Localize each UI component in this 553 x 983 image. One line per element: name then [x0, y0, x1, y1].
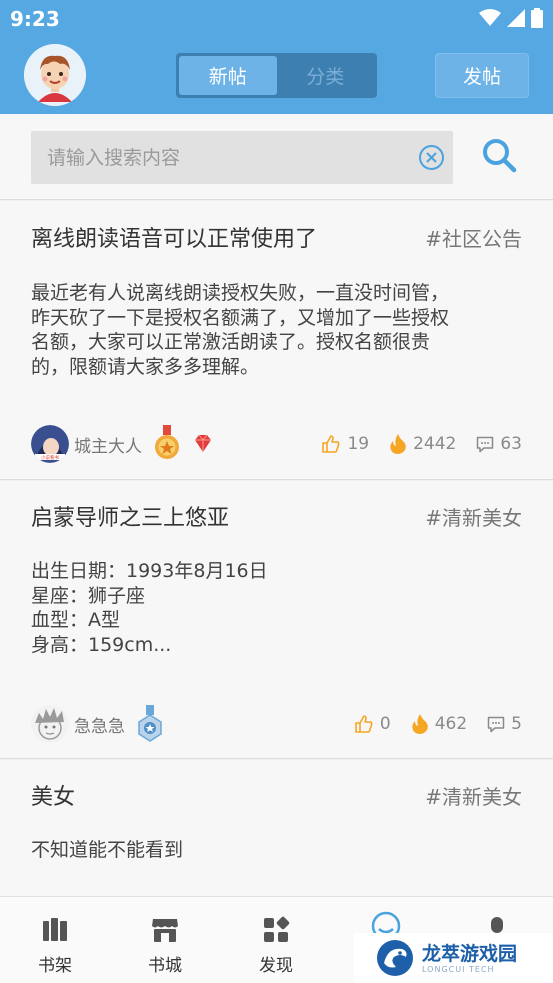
post-category-tag[interactable]: #清新美女	[425, 781, 522, 810]
post-title[interactable]: 启蒙导师之三上悠亚	[31, 500, 229, 532]
watermark-dragon-icon	[377, 940, 413, 976]
anime-avatar-icon: 小说看书	[31, 425, 69, 463]
thumbs-up-icon	[322, 435, 340, 453]
nav-discover[interactable]: 发现	[221, 897, 331, 983]
status-time: 9:23	[10, 7, 60, 31]
post-card[interactable]: 启蒙导师之三上悠亚 #清新美女 出生日期：1993年8月16日 星座：狮子座 血…	[0, 481, 553, 759]
post-title[interactable]: 离线朗读语音可以正常使用了	[31, 221, 317, 253]
search-icon[interactable]	[481, 137, 517, 173]
red-diamond-icon	[195, 434, 211, 452]
nav-label: 发现	[259, 956, 293, 976]
avatar-caption: 小说看书	[41, 454, 59, 461]
sketch-avatar-icon	[31, 705, 69, 743]
like-stat[interactable]: 0	[354, 714, 391, 734]
comment-count: 5	[511, 714, 522, 734]
author-avatar[interactable]: 小说看书	[31, 425, 69, 463]
like-count: 0	[379, 714, 391, 734]
nav-label: 书架	[38, 956, 72, 976]
author-avatar[interactable]	[31, 705, 69, 743]
tab-new-posts[interactable]: 新帖	[179, 56, 277, 95]
search-bar	[0, 114, 553, 200]
post-meta: 急急急 0 462 5	[31, 704, 522, 744]
tab-categories[interactable]: 分类	[277, 56, 375, 95]
search-input[interactable]	[47, 131, 407, 184]
view-count: 462	[434, 714, 468, 734]
author-name[interactable]: 急急急	[74, 712, 125, 737]
like-stat[interactable]: 19	[321, 434, 369, 454]
post-category-tag[interactable]: #社区公告	[425, 223, 522, 252]
cellular-signal-icon	[507, 9, 525, 27]
battery-icon	[531, 8, 543, 28]
status-bar: 9:23	[0, 0, 553, 38]
post-body: 出生日期：1993年8月16日 星座：狮子座 血型：A型 身高：159cm...	[31, 560, 268, 656]
watermark-text: 龙萃游戏园 LONGCUI TECH	[422, 943, 517, 974]
comment-stat[interactable]: 5	[487, 714, 522, 734]
watermark-subtitle: LONGCUI TECH	[422, 964, 495, 974]
post-category-tag[interactable]: #清新美女	[425, 502, 522, 531]
silver-medal-icon	[138, 705, 162, 742]
author-name[interactable]: 城主大人	[74, 432, 142, 457]
post-stats: 19 2442 63	[307, 434, 522, 454]
comment-icon	[477, 436, 494, 452]
bookshelf-icon	[43, 918, 67, 941]
bookstore-icon	[152, 919, 178, 942]
nav-bookstore[interactable]: 书城	[110, 897, 220, 983]
nav-label: 书城	[148, 956, 182, 976]
post-meta: 小说看书 城主大人 19 2442 63	[31, 424, 522, 464]
post-card[interactable]: 美女 #清新美女 不知道能不能看到	[0, 760, 553, 896]
views-stat: 462	[411, 714, 467, 734]
post-card[interactable]: 离线朗读语音可以正常使用了 #社区公告 最近老有人说离线朗读授权失败，一直没时间…	[0, 201, 553, 480]
tab-switcher: 新帖 分类	[176, 53, 377, 98]
new-post-button[interactable]: 发帖	[435, 53, 529, 98]
post-title[interactable]: 美女	[31, 779, 75, 811]
discover-icon	[264, 916, 290, 942]
thumbs-up-icon	[355, 715, 373, 733]
clear-search-icon[interactable]	[418, 144, 445, 171]
flame-icon	[412, 714, 428, 734]
cartoon-avatar-icon	[24, 44, 86, 106]
search-box	[31, 131, 453, 184]
wifi-icon	[479, 9, 501, 26]
watermark-title: 龙萃游戏园	[422, 942, 518, 965]
post-stats: 0 462 5	[340, 714, 522, 734]
view-count: 2442	[413, 434, 457, 454]
watermark-logo: 龙萃游戏园 LONGCUI TECH	[354, 933, 553, 983]
comment-count: 63	[500, 434, 522, 454]
flame-icon	[390, 434, 406, 454]
comment-icon	[487, 716, 505, 732]
app-header: 9:23 新帖 分类 发帖	[0, 0, 553, 114]
gold-medal-icon	[155, 425, 179, 459]
post-body: 最近老有人说离线朗读授权失败，一直没时间管， 昨天砍了一下是授权名额满了，又增加…	[31, 282, 450, 378]
post-body: 不知道能不能看到	[31, 839, 184, 861]
nav-bookshelf[interactable]: 书架	[0, 897, 110, 983]
comment-stat[interactable]: 63	[476, 434, 522, 454]
user-avatar-button[interactable]	[24, 44, 86, 106]
views-stat: 2442	[389, 434, 456, 454]
like-count: 19	[347, 434, 370, 454]
status-icons	[479, 8, 543, 28]
